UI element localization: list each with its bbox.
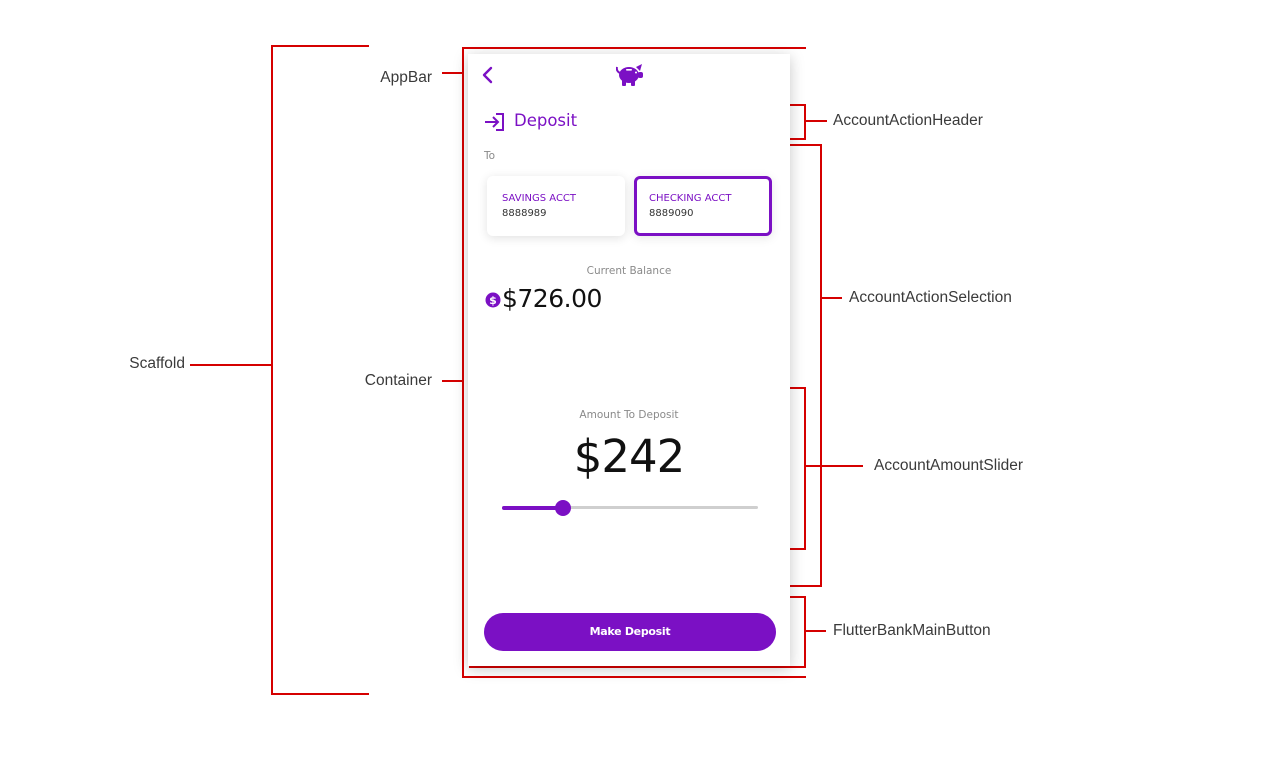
slider-connector	[806, 465, 863, 467]
dollar-circle-icon: $	[485, 292, 501, 308]
account-type-label: CHECKING ACCT	[649, 193, 732, 204]
container-connector	[442, 380, 463, 382]
button-bracket-bottom	[469, 666, 806, 668]
container-annotation: Container	[364, 372, 432, 389]
scaffold-bracket-bottom	[271, 693, 369, 695]
piggy-bank-icon	[616, 64, 643, 86]
slider-active-track	[502, 505, 564, 510]
account-card-savings[interactable]: SAVINGS ACCT 8888989	[487, 176, 625, 236]
container-bracket-spine	[462, 47, 464, 678]
to-label: To	[484, 150, 496, 162]
current-balance-label: Current Balance	[586, 265, 672, 277]
account-number: 8888989	[502, 208, 547, 219]
scaffold-annotation: Scaffold	[129, 355, 185, 372]
appbar-annotation: AppBar	[380, 69, 432, 86]
current-balance-value: $726.00	[502, 284, 602, 313]
appbar-connector	[442, 72, 463, 74]
scaffold-connector	[190, 364, 272, 366]
login-arrow-icon	[485, 113, 504, 131]
account-action-title: Deposit	[514, 111, 578, 130]
phone-screen: Deposit To SAVINGS ACCT 8888989 CHECKING…	[468, 54, 790, 666]
chevron-left-icon[interactable]	[481, 66, 495, 84]
account-action-header-annotation: AccountActionHeader	[833, 112, 983, 129]
account-card-checking[interactable]: CHECKING ACCT 8889090	[634, 176, 772, 236]
account-amount-slider-annotation: AccountAmountSlider	[874, 457, 1024, 474]
main-button-annotation: FlutterBankMainButton	[833, 622, 991, 639]
selection-connector	[822, 297, 842, 299]
scaffold-bracket-spine	[271, 45, 273, 695]
amount-value: $242	[573, 430, 686, 483]
container-bracket-bottom	[462, 676, 806, 678]
button-bracket-spine	[804, 596, 806, 668]
slider-thumb[interactable]	[555, 499, 572, 516]
amount-slider[interactable]	[502, 499, 758, 516]
amount-label: Amount To Deposit	[579, 409, 679, 421]
account-type-label: SAVINGS ACCT	[502, 193, 577, 204]
account-action-selection-annotation: AccountActionSelection	[849, 289, 1012, 306]
make-deposit-button[interactable]: Make Deposit	[484, 613, 776, 651]
account-number: 8889090	[649, 208, 694, 219]
svg-text:$: $	[489, 294, 497, 307]
account-action-header-connector	[805, 120, 827, 122]
container-bracket-top	[462, 47, 806, 49]
scaffold-bracket-top	[271, 45, 369, 47]
selection-bracket-spine	[820, 144, 822, 587]
button-connector	[806, 630, 826, 632]
slider-bracket-spine	[804, 387, 806, 550]
